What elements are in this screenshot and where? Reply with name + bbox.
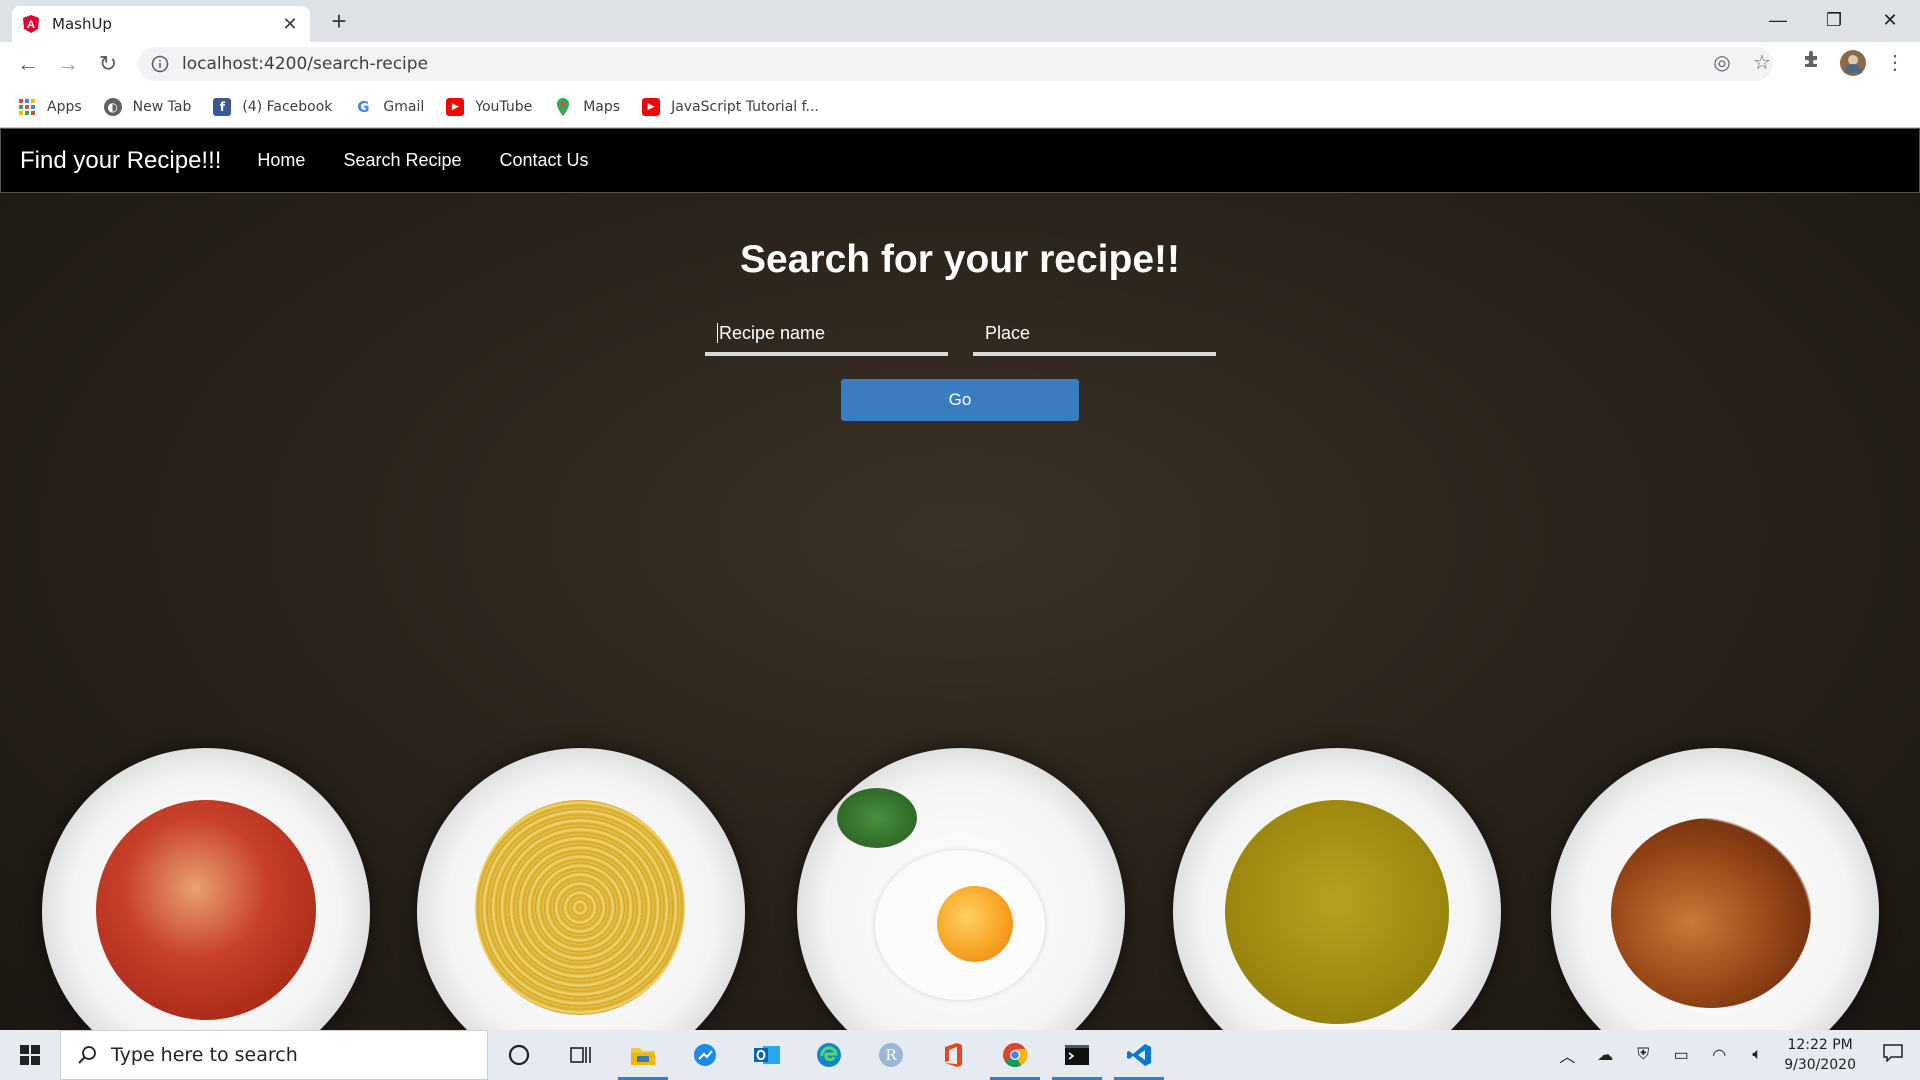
- tab-strip: A MashUp ✕ + — ❐ ✕: [0, 0, 1920, 42]
- bookmark-javascript-tutorial[interactable]: ▶ JavaScript Tutorial f...: [642, 97, 819, 116]
- file-explorer-icon[interactable]: [612, 1030, 674, 1080]
- info-icon[interactable]: [150, 54, 170, 74]
- vscode-icon[interactable]: [1108, 1030, 1170, 1080]
- bookmark-label: Maps: [583, 98, 621, 115]
- svg-text:R: R: [885, 1046, 897, 1064]
- bookmark-new-tab[interactable]: ◐ New Tab: [103, 97, 192, 116]
- nav-link-contact-us[interactable]: Contact Us: [500, 150, 589, 171]
- battery-icon[interactable]: ▭: [1662, 1045, 1700, 1065]
- task-view-icon[interactable]: [550, 1030, 612, 1080]
- profile-avatar[interactable]: [1838, 46, 1868, 87]
- bookmark-label: (4) Facebook: [242, 98, 333, 115]
- browser-toolbar: ← → ↻ localhost:4200/search-recipe ◎ ☆ ⋮: [0, 42, 1920, 86]
- taskbar-search-input[interactable]: Type here to search: [60, 1030, 488, 1080]
- nav-link-search-recipe[interactable]: Search Recipe: [343, 150, 461, 171]
- apps-grid-icon: [18, 98, 36, 116]
- back-icon[interactable]: ←: [14, 52, 42, 76]
- spaghetti-plate-image: [417, 748, 745, 1030]
- taskbar-clock[interactable]: 12:22 PM 9/30/2020: [1784, 1035, 1856, 1075]
- site-navbar: Find your Recipe!!! Home Search Recipe C…: [0, 128, 1920, 193]
- chrome-icon[interactable]: [984, 1030, 1046, 1080]
- taskbar-search-placeholder: Type here to search: [111, 1044, 298, 1066]
- bookmark-label: Gmail: [383, 98, 425, 115]
- office-icon[interactable]: [922, 1030, 984, 1080]
- window-close-icon[interactable]: ✕: [1862, 0, 1918, 40]
- soup-plate-image: [42, 748, 370, 1030]
- onedrive-icon[interactable]: ☁: [1586, 1045, 1624, 1065]
- edge-icon[interactable]: [798, 1030, 860, 1080]
- tab-close-icon[interactable]: ✕: [280, 14, 300, 35]
- tab-title: MashUp: [52, 15, 112, 33]
- bookmark-label: New Tab: [132, 98, 192, 115]
- security-icon[interactable]: ⛨: [1624, 1046, 1662, 1064]
- browser-chrome: A MashUp ✕ + — ❐ ✕ ← → ↻ localhost:4200/…: [0, 0, 1920, 128]
- maps-icon: [554, 97, 572, 116]
- bookmark-facebook[interactable]: f (4) Facebook: [213, 97, 333, 116]
- web-page: Find your Recipe!!! Home Search Recipe C…: [0, 128, 1920, 1030]
- reload-icon[interactable]: ↻: [94, 52, 122, 76]
- pea-soup-plate-image: [1173, 748, 1501, 1030]
- globe-icon: ◐: [103, 97, 122, 116]
- site-brand[interactable]: Find your Recipe!!!: [20, 147, 221, 175]
- bookmark-label: Apps: [47, 98, 82, 115]
- windows-taskbar: Type here to search R ︿ ☁ ⛨ ▭ ◠ 🔈︎ 12:22…: [0, 1030, 1920, 1080]
- forward-icon[interactable]: →: [54, 52, 82, 76]
- location-icon[interactable]: ◎: [1707, 46, 1737, 80]
- address-bar[interactable]: localhost:4200/search-recipe: [138, 47, 1773, 81]
- bookmark-apps[interactable]: Apps: [18, 98, 82, 116]
- cortana-icon[interactable]: [488, 1030, 550, 1080]
- notification-icon[interactable]: [1874, 1043, 1912, 1067]
- svg-text:A: A: [27, 19, 35, 31]
- browser-tab[interactable]: A MashUp ✕: [12, 6, 310, 42]
- terminal-icon[interactable]: [1046, 1030, 1108, 1080]
- google-icon: G: [357, 97, 370, 116]
- windows-start-icon[interactable]: [0, 1030, 60, 1080]
- bookmark-label: YouTube: [475, 98, 533, 115]
- clock-time: 12:22 PM: [1787, 1037, 1853, 1053]
- croissant-plate-image: [1551, 748, 1879, 1030]
- bookmark-youtube[interactable]: ▶ YouTube: [446, 97, 533, 116]
- bookmark-star-icon[interactable]: ☆: [1747, 46, 1777, 80]
- outlook-icon[interactable]: [736, 1030, 798, 1080]
- bookmark-maps[interactable]: Maps: [554, 97, 621, 116]
- youtube-icon: ▶: [446, 97, 465, 116]
- minimize-icon[interactable]: —: [1750, 0, 1806, 40]
- place-input[interactable]: Place: [973, 318, 1216, 356]
- url-text: localhost:4200/search-recipe: [182, 54, 429, 74]
- angular-favicon-icon: A: [22, 15, 40, 33]
- search-icon: [78, 1046, 96, 1064]
- youtube-icon: ▶: [642, 97, 661, 116]
- recipe-name-placeholder: Recipe name: [717, 323, 826, 343]
- nav-link-home[interactable]: Home: [257, 150, 305, 171]
- menu-kebab-icon[interactable]: ⋮: [1880, 46, 1910, 80]
- r-app-icon[interactable]: R: [860, 1030, 922, 1080]
- system-tray: ︿ ☁ ⛨ ▭ ◠ 🔈︎ 12:22 PM 9/30/2020: [1548, 1030, 1920, 1080]
- place-placeholder: Place: [985, 323, 1031, 343]
- wifi-icon[interactable]: ◠: [1700, 1045, 1738, 1065]
- restore-icon[interactable]: ❐: [1806, 0, 1862, 40]
- bookmark-label: JavaScript Tutorial f...: [671, 98, 819, 115]
- bookmark-gmail[interactable]: G Gmail: [354, 98, 424, 116]
- recipe-name-input[interactable]: Recipe name: [705, 318, 948, 356]
- bookmarks-bar: Apps ◐ New Tab f (4) Facebook G Gmail ▶ …: [0, 86, 1920, 128]
- volume-icon[interactable]: 🔈︎: [1738, 1046, 1776, 1064]
- chevron-up-icon[interactable]: ︿: [1548, 1043, 1586, 1067]
- clock-date: 9/30/2020: [1784, 1057, 1856, 1073]
- facebook-icon: f: [213, 97, 232, 116]
- go-button[interactable]: Go: [841, 379, 1079, 421]
- new-tab-icon[interactable]: +: [326, 8, 352, 34]
- extensions-icon[interactable]: [1796, 46, 1826, 80]
- egg-plate-image: [797, 748, 1125, 1030]
- app-blue-icon[interactable]: [674, 1030, 736, 1080]
- search-heading: Search for your recipe!!: [740, 238, 1180, 281]
